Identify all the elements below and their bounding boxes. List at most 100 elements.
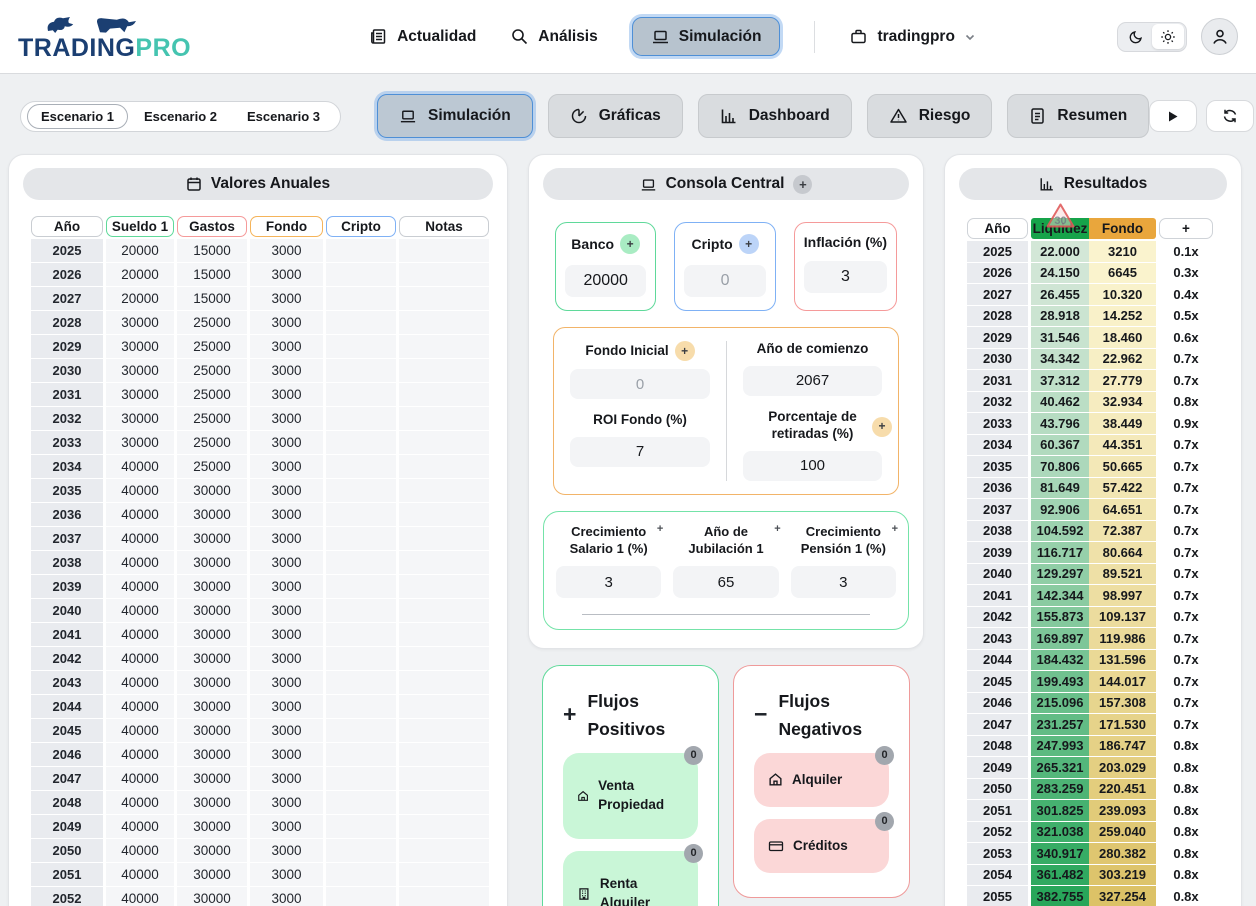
value-cell[interactable] [326, 743, 396, 766]
value-cell[interactable] [326, 695, 396, 718]
banco-input[interactable]: 20000 [565, 265, 646, 297]
value-cell[interactable]: 40000 [106, 479, 174, 502]
value-cell[interactable] [399, 335, 489, 358]
value-cell[interactable] [326, 359, 396, 382]
fondo-inicial-input[interactable]: 0 [570, 369, 710, 399]
crec-pension-input[interactable]: 3 [791, 566, 896, 598]
value-cell[interactable]: 30000 [177, 503, 247, 526]
value-cell[interactable] [399, 623, 489, 646]
value-cell[interactable]: 3000 [250, 839, 323, 862]
value-cell[interactable] [399, 743, 489, 766]
value-cell[interactable]: 3000 [250, 623, 323, 646]
cripto-add-button[interactable]: + [739, 234, 759, 254]
crec-salario-input[interactable]: 3 [556, 566, 661, 598]
value-cell[interactable]: 3000 [250, 455, 323, 478]
value-cell[interactable] [399, 287, 489, 310]
value-cell[interactable]: 30000 [177, 479, 247, 502]
value-cell[interactable]: 40000 [106, 623, 174, 646]
value-cell[interactable] [326, 479, 396, 502]
value-cell[interactable] [326, 815, 396, 838]
value-cell[interactable] [326, 575, 396, 598]
value-cell[interactable]: 3000 [250, 551, 323, 574]
value-cell[interactable] [399, 239, 489, 262]
scenario-3-tab[interactable]: Escenario 3 [233, 104, 334, 129]
value-cell[interactable]: 30000 [106, 431, 174, 454]
value-cell[interactable]: 3000 [250, 599, 323, 622]
view-riesgo-button[interactable]: Riesgo [867, 94, 993, 138]
theme-toggle[interactable] [1117, 22, 1187, 52]
value-cell[interactable]: 30000 [106, 383, 174, 406]
value-cell[interactable]: 30000 [177, 695, 247, 718]
value-cell[interactable] [326, 623, 396, 646]
nav-analisis[interactable]: Análisis [510, 27, 597, 46]
nav-simulacion[interactable]: Simulación [632, 17, 781, 56]
value-cell[interactable] [326, 839, 396, 862]
value-cell[interactable]: 3000 [250, 239, 323, 262]
value-cell[interactable]: 30000 [177, 815, 247, 838]
retiradas-input[interactable]: 100 [743, 451, 882, 481]
value-cell[interactable] [399, 311, 489, 334]
col-liquidez[interactable]: Liquidez [1031, 218, 1089, 239]
run-button[interactable] [1149, 100, 1197, 132]
value-cell[interactable]: 30000 [177, 863, 247, 886]
col-cripto[interactable]: Cripto [326, 216, 396, 237]
value-cell[interactable]: 15000 [177, 263, 247, 286]
value-cell[interactable] [326, 335, 396, 358]
fondo-inicial-add-button[interactable]: + [675, 341, 695, 361]
value-cell[interactable]: 3000 [250, 719, 323, 742]
value-cell[interactable] [399, 719, 489, 742]
value-cell[interactable]: 30000 [177, 551, 247, 574]
value-cell[interactable]: 30000 [177, 647, 247, 670]
value-cell[interactable]: 40000 [106, 719, 174, 742]
value-cell[interactable]: 40000 [106, 455, 174, 478]
value-cell[interactable] [399, 575, 489, 598]
value-cell[interactable]: 40000 [106, 791, 174, 814]
value-cell[interactable]: 25000 [177, 311, 247, 334]
value-cell[interactable]: 30000 [177, 887, 247, 906]
anio-jubilacion-add-button[interactable]: + [774, 522, 780, 536]
value-cell[interactable] [326, 671, 396, 694]
value-cell[interactable]: 20000 [106, 287, 174, 310]
value-cell[interactable]: 30000 [177, 791, 247, 814]
value-cell[interactable] [399, 383, 489, 406]
value-cell[interactable] [326, 311, 396, 334]
value-cell[interactable]: 30000 [177, 839, 247, 862]
value-cell[interactable]: 3000 [250, 431, 323, 454]
value-cell[interactable]: 40000 [106, 527, 174, 550]
value-cell[interactable] [326, 263, 396, 286]
value-cell[interactable] [399, 551, 489, 574]
value-cell[interactable] [326, 551, 396, 574]
value-cell[interactable]: 3000 [250, 791, 323, 814]
value-cell[interactable]: 3000 [250, 815, 323, 838]
value-cell[interactable] [399, 671, 489, 694]
value-cell[interactable] [326, 887, 396, 906]
value-cell[interactable]: 3000 [250, 503, 323, 526]
user-avatar[interactable] [1201, 18, 1238, 55]
value-cell[interactable] [399, 455, 489, 478]
value-cell[interactable]: 3000 [250, 767, 323, 790]
value-cell[interactable]: 30000 [177, 527, 247, 550]
value-cell[interactable]: 3000 [250, 647, 323, 670]
value-cell[interactable]: 40000 [106, 551, 174, 574]
value-cell[interactable]: 3000 [250, 695, 323, 718]
value-cell[interactable] [326, 767, 396, 790]
value-cell[interactable] [326, 599, 396, 622]
value-cell[interactable] [399, 863, 489, 886]
value-cell[interactable] [399, 767, 489, 790]
retiradas-add-button[interactable]: + [872, 417, 892, 437]
value-cell[interactable]: 25000 [177, 335, 247, 358]
value-cell[interactable]: 40000 [106, 887, 174, 906]
value-cell[interactable]: 3000 [250, 479, 323, 502]
value-cell[interactable]: 3000 [250, 863, 323, 886]
value-cell[interactable]: 40000 [106, 647, 174, 670]
value-cell[interactable] [326, 647, 396, 670]
col-multiplier[interactable]: + [1159, 218, 1213, 239]
value-cell[interactable]: 3000 [250, 383, 323, 406]
dark-mode-button[interactable] [1120, 24, 1152, 49]
value-cell[interactable]: 40000 [106, 695, 174, 718]
reset-button[interactable] [1206, 100, 1254, 132]
roi-fondo-input[interactable]: 7 [570, 437, 710, 467]
value-cell[interactable]: 3000 [250, 287, 323, 310]
col-fondo[interactable]: Fondo [250, 216, 323, 237]
value-cell[interactable] [399, 791, 489, 814]
